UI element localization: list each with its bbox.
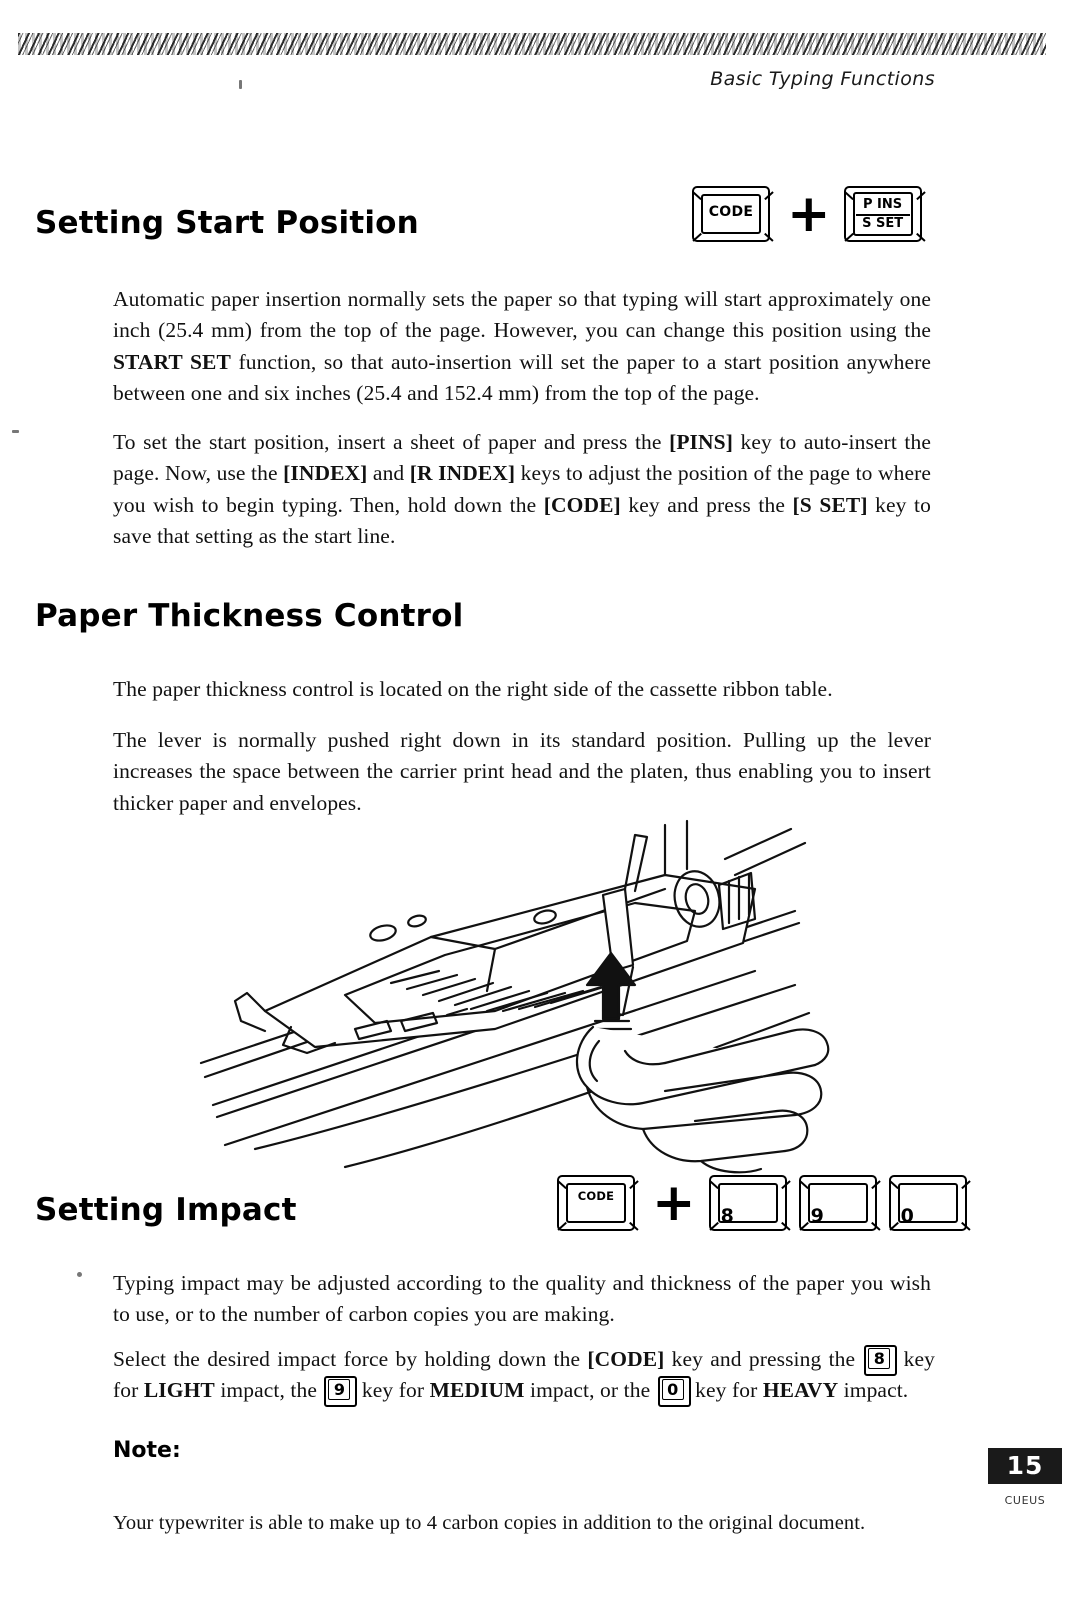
impact-text-part5: key for <box>356 1378 430 1402</box>
key-8: 8 <box>708 1175 791 1235</box>
paragraph-start-position-steps: To set the start position, insert a shee… <box>113 429 932 549</box>
impact-text-part2: key and pressing the <box>664 1346 863 1371</box>
key-9-label: 9 <box>810 1205 824 1227</box>
heading-setting-start-position: Setting Start Position <box>35 205 419 241</box>
scan-speck <box>12 430 19 433</box>
key-0-label: 0 <box>900 1205 914 1227</box>
impact-light-label: LIGHT <box>143 1378 215 1402</box>
heading-setting-impact: Setting Impact <box>35 1192 297 1228</box>
impact-text-part8: impact. <box>838 1378 909 1402</box>
impact-medium-label: MEDIUM <box>429 1378 525 1402</box>
key-combo-illustration-impact: CODE + 8 9 0 <box>553 1175 975 1235</box>
page-number-badge: 15 <box>988 1448 1062 1484</box>
impact-code-key: [CODE] <box>587 1346 665 1371</box>
key-pins-sset: P INS S SET <box>843 186 926 246</box>
key-code-label: CODE <box>708 204 754 220</box>
paragraph-note-text: Your typewriter is able to make up to 4 … <box>113 1511 866 1534</box>
impact-text-part1: Select the desired impact force by holdi… <box>113 1346 588 1371</box>
scan-speck <box>77 1272 82 1277</box>
page-number: 15 <box>1006 1451 1044 1480</box>
impact-heavy-label: HEAVY <box>762 1378 839 1402</box>
key-code-impact: CODE <box>557 1175 639 1235</box>
keycap-0-icon: 0 <box>657 1376 691 1407</box>
decorative-header-band <box>18 33 1046 55</box>
paragraph-impact-selection: Select the desired impact force by holdi… <box>113 1344 935 1407</box>
paragraph-start-position-intro: Automatic paper insertion normally sets … <box>113 286 931 406</box>
key-combo-illustration-start-position: CODE + P INS S SET <box>688 186 930 246</box>
impact-text-part7: key for <box>689 1378 763 1402</box>
keycap-0-label: 0 <box>661 1379 684 1400</box>
note-label: Note: <box>113 1438 181 1463</box>
key-sset-label: S SET <box>862 216 904 231</box>
keycap-8-label: 8 <box>868 1347 891 1369</box>
impact-text-part4: impact, the <box>214 1378 323 1402</box>
key-9: 9 <box>798 1175 881 1235</box>
page-footer-code: CUEUS <box>1004 1494 1046 1507</box>
plus-icon: + <box>787 184 831 244</box>
plus-icon-impact: + <box>652 1173 696 1233</box>
paragraph-thickness-lever: The lever is normally pushed right down … <box>113 727 931 815</box>
key-code-impact-label: CODE <box>577 1189 615 1203</box>
running-head: Basic Typing Functions <box>710 68 935 90</box>
heading-paper-thickness-control: Paper Thickness Control <box>35 598 464 634</box>
paragraph-impact-intro: Typing impact may be adjusted according … <box>113 1270 931 1327</box>
paragraph-thickness-location: The paper thickness control is located o… <box>113 676 833 701</box>
keycap-9-icon: 9 <box>324 1376 358 1407</box>
keycap-8-icon: 8 <box>864 1344 898 1376</box>
key-pins-label: P INS <box>863 197 903 212</box>
figure-paper-thickness-lever <box>199 819 830 1174</box>
key-8-label: 8 <box>720 1205 734 1227</box>
key-code: CODE <box>692 186 774 246</box>
impact-text-part6: impact, or the <box>524 1378 656 1402</box>
key-0: 0 <box>888 1175 971 1235</box>
keycap-9-label: 9 <box>328 1379 351 1400</box>
scan-speck <box>239 80 242 89</box>
